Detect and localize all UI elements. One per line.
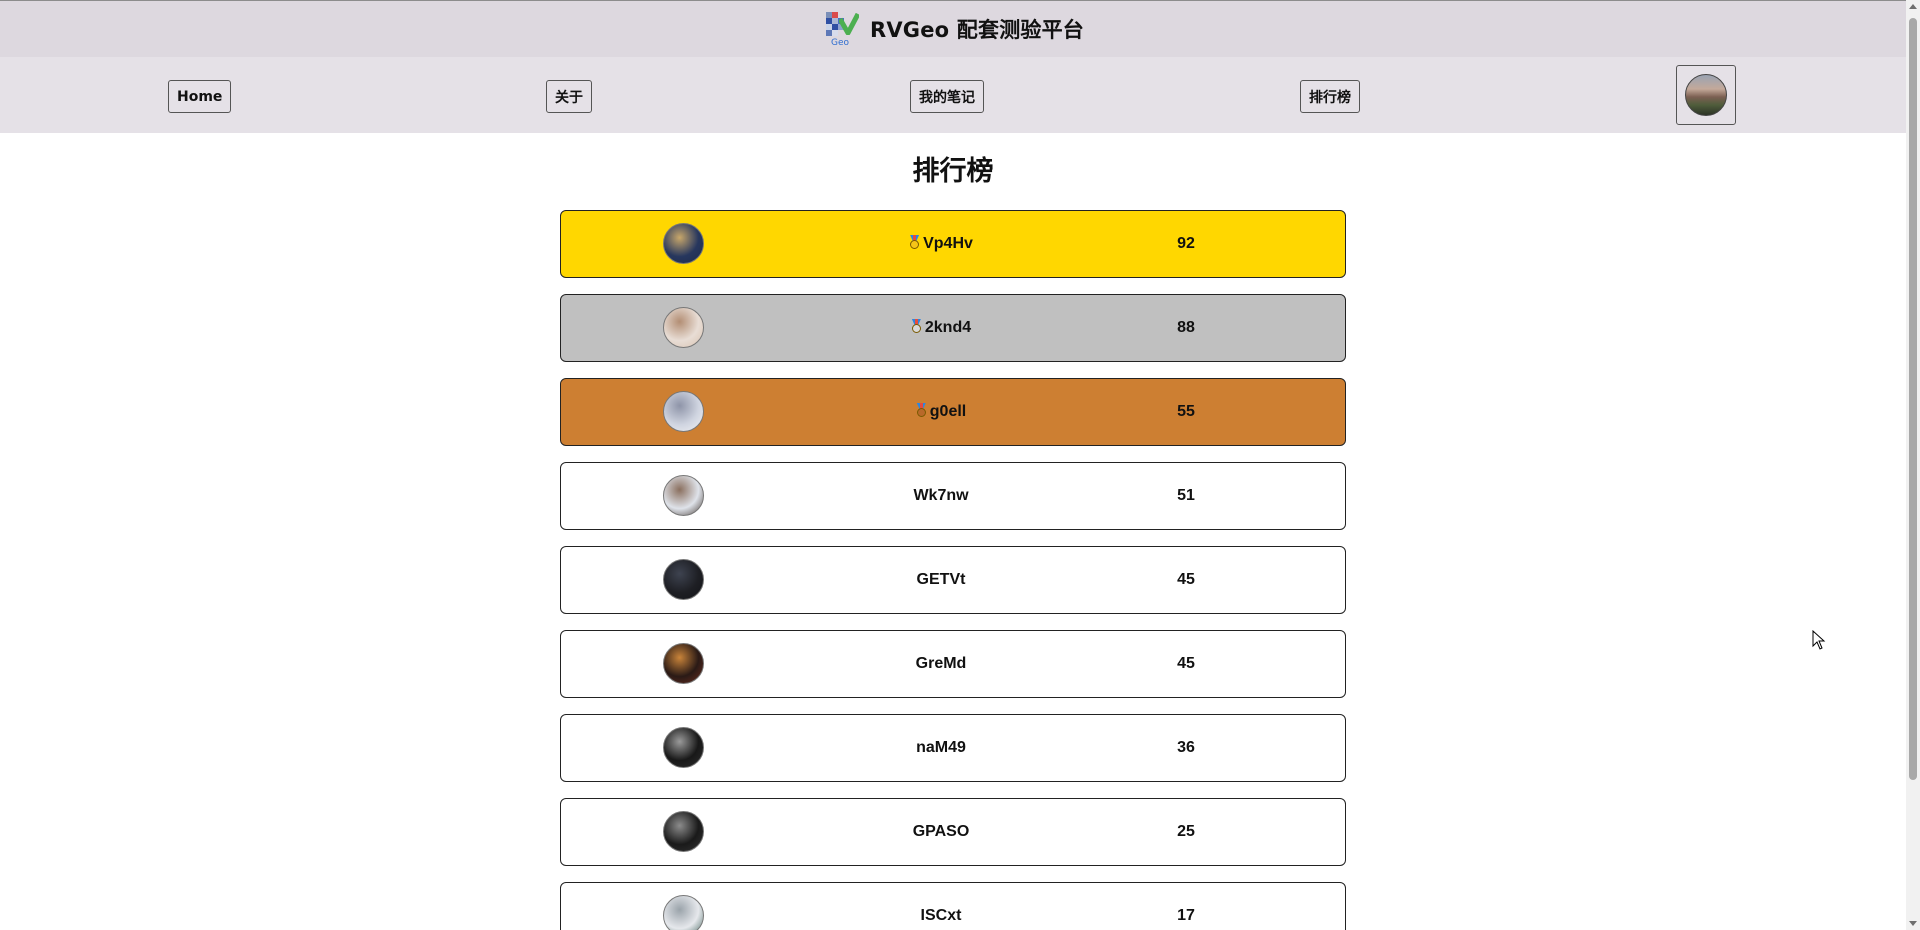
user-avatar [663, 559, 704, 600]
user-avatar [663, 811, 704, 852]
user-avatar [663, 307, 704, 348]
vertical-scrollbar[interactable] [1906, 0, 1920, 930]
score: 17 [1177, 907, 1195, 924]
score: 36 [1177, 739, 1195, 756]
user-avatar [663, 223, 704, 264]
scroll-down-arrow-icon[interactable] [1909, 921, 1917, 926]
nav-home-button[interactable]: Home [168, 80, 232, 113]
logo-subtitle: Geo [830, 38, 849, 48]
username-text: 2knd4 [924, 319, 972, 336]
nav-leaderboard-button[interactable]: 排行榜 [1300, 80, 1360, 113]
score: 45 [1177, 571, 1195, 588]
username: GETVt [861, 547, 1021, 612]
score: 92 [1177, 235, 1195, 252]
silver-medal-icon [911, 319, 922, 333]
username-text: Vp4Hv [923, 235, 973, 252]
bronze-medal-icon [916, 403, 927, 417]
leaderboard-row: GPASO 25 [560, 798, 1346, 866]
username-text: ISCxt [920, 907, 962, 924]
leaderboard-row: GreMd 45 [560, 630, 1346, 698]
leaderboard-row: 2knd4 88 [560, 294, 1346, 362]
username: ISCxt [861, 883, 1021, 930]
username-text: naM49 [916, 739, 966, 756]
rvgeo-logo: Geo [822, 10, 860, 48]
app-header: Geo RVGeo 配套测验平台 [0, 0, 1906, 57]
username-text: GPASO [912, 823, 970, 840]
mouse-cursor-icon [1812, 630, 1826, 650]
user-avatar [663, 475, 704, 516]
score: 88 [1177, 319, 1195, 336]
leaderboard-row: Wk7nw 51 [560, 462, 1346, 530]
username-text: GETVt [916, 571, 966, 588]
user-avatar [663, 643, 704, 684]
scroll-up-arrow-icon[interactable] [1909, 4, 1917, 9]
score: 25 [1177, 823, 1195, 840]
username: GreMd [861, 631, 1021, 696]
page: Geo RVGeo 配套测验平台 Home 关于 我的笔记 排行榜 排行榜 Vp… [0, 0, 1920, 930]
score: 55 [1177, 403, 1195, 420]
leaderboard-row: Vp4Hv 92 [560, 210, 1346, 278]
score: 45 [1177, 655, 1195, 672]
leaderboard-row: g0ell 55 [560, 378, 1346, 446]
leaderboard-row: naM49 36 [560, 714, 1346, 782]
check-mark-icon [838, 13, 859, 35]
username: Vp4Hv [861, 211, 1021, 276]
username-text: GreMd [915, 655, 967, 672]
score: 51 [1177, 487, 1195, 504]
username: GPASO [861, 799, 1021, 864]
app-title: RVGeo 配套测验平台 [869, 18, 1085, 42]
user-avatar [663, 895, 704, 930]
user-avatar [1685, 74, 1727, 116]
username: naM49 [861, 715, 1021, 780]
scroll-thumb[interactable] [1909, 18, 1917, 780]
page-title: 排行榜 [912, 156, 994, 187]
username: 2knd4 [861, 295, 1021, 360]
user-avatar-button[interactable] [1676, 65, 1736, 125]
nav-bar: Home 关于 我的笔记 排行榜 [0, 57, 1906, 133]
gold-medal-icon [909, 235, 920, 249]
user-avatar [663, 391, 704, 432]
username-text: g0ell [929, 403, 967, 420]
leaderboard-row: ISCxt 17 [560, 882, 1346, 930]
username-text: Wk7nw [913, 487, 969, 504]
user-avatar [663, 727, 704, 768]
nav-my-notes-button[interactable]: 我的笔记 [910, 80, 984, 113]
nav-about-button[interactable]: 关于 [546, 80, 592, 113]
username: Wk7nw [861, 463, 1021, 528]
leaderboard-row: GETVt 45 [560, 546, 1346, 614]
username: g0ell [861, 379, 1021, 444]
